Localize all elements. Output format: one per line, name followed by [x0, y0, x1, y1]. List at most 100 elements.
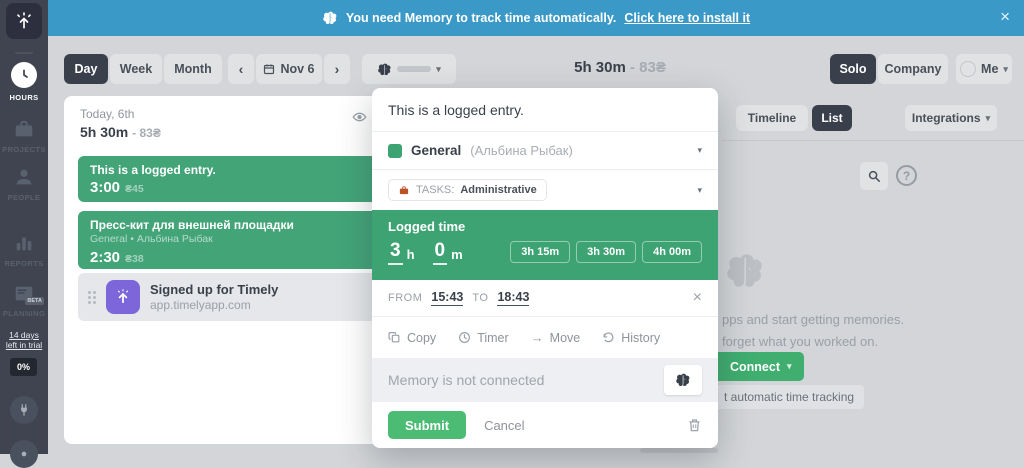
chevron-down-icon: ▾	[436, 63, 441, 74]
banner-close-icon[interactable]: ×	[1000, 7, 1010, 27]
view-tab-day[interactable]: Day	[64, 54, 108, 84]
memory-slider	[397, 66, 432, 72]
sidebar-item-people[interactable]: PEOPLE	[0, 166, 48, 202]
preset-duration-button[interactable]: 3h 15m	[510, 241, 571, 263]
user-menu-button[interactable]: Me ▾	[956, 54, 1012, 84]
settings-button[interactable]	[10, 440, 38, 468]
chevron-down-icon: ▾	[697, 184, 702, 195]
project-select[interactable]: General (Альбина Рыбак) ▾	[372, 132, 718, 170]
entry-amount: ₴38	[125, 253, 144, 265]
connect-button[interactable]: Connect ▾	[718, 352, 804, 381]
user-menu-label: Me	[981, 62, 999, 76]
progress-badge[interactable]: 0%	[10, 358, 38, 376]
move-action[interactable]: → Move	[531, 330, 581, 345]
date-label: Nov 6	[280, 62, 315, 76]
banner-install-link[interactable]: Click here to install it	[624, 11, 750, 25]
preset-duration-button[interactable]: 3h 30m	[576, 241, 637, 263]
search-icon	[867, 169, 881, 183]
brain-icon	[675, 373, 691, 387]
date-picker-button[interactable]: Nov 6	[256, 54, 322, 84]
memory-connect-button[interactable]	[664, 365, 702, 395]
integrations-plug-button[interactable]	[10, 396, 38, 424]
timer-action[interactable]: Timer	[458, 331, 509, 345]
from-time-input[interactable]: 15:43	[431, 290, 464, 306]
hide-amounts-eye-icon[interactable]	[352, 111, 367, 123]
tag-chip[interactable]: TASKS: Administrative	[388, 179, 547, 201]
submit-button[interactable]: Submit	[388, 411, 467, 439]
panel-divider	[722, 140, 1024, 141]
history-icon	[602, 331, 615, 344]
prev-day-button[interactable]: ‹	[228, 54, 254, 84]
memory-toggle-button[interactable]: ▾	[362, 54, 456, 84]
view-tab-list[interactable]: List	[812, 105, 852, 131]
suggestion-title: Signed up for Timely	[150, 282, 279, 297]
beta-badge: BETA	[25, 297, 44, 305]
delete-entry-icon[interactable]	[687, 417, 702, 433]
help-button[interactable]: ?	[896, 165, 917, 186]
sidebar-item-reports[interactable]: REPORTS	[0, 232, 48, 268]
sidebar: HOURS PROJECTS PEOPLE REPORTS BETA PLANN…	[0, 0, 48, 468]
sidebar-item-label: PEOPLE	[7, 193, 41, 202]
sidebar-item-label: REPORTS	[4, 259, 44, 268]
memory-brain-icon	[724, 252, 766, 290]
banner-text: You need Memory to track time automatica…	[345, 11, 617, 25]
scope-tab-company[interactable]: Company	[878, 54, 948, 84]
entry-amount: ₴45	[125, 183, 144, 195]
chevron-down-icon: ▾	[1003, 63, 1008, 74]
memory-status-row: Memory is not connected	[372, 358, 718, 402]
project-color-swatch	[388, 143, 402, 158]
sidebar-divider	[15, 52, 33, 54]
planning-icon: BETA	[12, 282, 44, 305]
entry-duration: 3:00	[90, 179, 121, 196]
chevron-down-icon: ▾	[787, 361, 792, 371]
person-icon	[13, 166, 35, 188]
horizontal-scrollbar[interactable]	[640, 448, 718, 453]
sidebar-item-planning[interactable]: BETA PLANNING	[0, 282, 48, 318]
gear-icon	[10, 440, 38, 468]
cancel-button[interactable]: Cancel	[484, 418, 524, 433]
plug-icon	[10, 396, 38, 424]
drag-handle-icon[interactable]	[88, 290, 96, 304]
view-tab-week[interactable]: Week	[110, 54, 162, 84]
timer-icon	[458, 331, 471, 344]
next-day-button[interactable]: ›	[324, 54, 350, 84]
modal-footer: Submit Cancel	[372, 402, 718, 448]
briefcase-icon	[12, 118, 36, 140]
timely-logo[interactable]	[6, 3, 42, 39]
copy-action[interactable]: Copy	[388, 331, 436, 345]
automatic-tracking-badge[interactable]: t automatic time tracking	[718, 385, 865, 409]
time-range-row: FROM 15:43 TO 18:43 ×	[388, 289, 702, 306]
timely-app-icon	[106, 280, 140, 314]
logged-time-label: Logged time	[388, 219, 466, 234]
calendar-icon	[263, 63, 275, 75]
copy-icon	[388, 331, 401, 344]
chevron-down-icon: ▾	[697, 145, 702, 155]
memory-promo-line1: pps and start getting memories.	[722, 312, 905, 327]
brain-icon	[377, 63, 392, 76]
minutes-input[interactable]: 0	[432, 240, 448, 265]
view-tab-timeline[interactable]: Timeline	[736, 105, 808, 131]
brain-icon	[322, 11, 338, 25]
project-owner: (Альбина Рыбак)	[470, 143, 573, 158]
tasks-briefcase-icon	[398, 185, 410, 196]
sidebar-item-projects[interactable]: PROJECTS	[0, 118, 48, 154]
project-name: General	[411, 143, 462, 158]
scope-tab-solo[interactable]: Solo	[830, 54, 876, 84]
memory-banner: You need Memory to track time automatica…	[48, 0, 1024, 36]
to-time-input[interactable]: 18:43	[497, 290, 530, 306]
entry-note-input[interactable]: This is a logged entry.	[372, 88, 718, 132]
sidebar-item-hours[interactable]: HOURS	[0, 62, 48, 102]
clear-range-icon[interactable]: ×	[693, 290, 702, 306]
memory-promo-line2: forget what you worked on.	[722, 334, 879, 349]
hours-input[interactable]: 3	[388, 240, 403, 265]
view-tab-month[interactable]: Month	[164, 54, 222, 84]
preset-duration-button[interactable]: 4h 00m	[642, 241, 702, 263]
tag-select[interactable]: TASKS: Administrative ▾	[372, 170, 718, 210]
history-action[interactable]: History	[602, 331, 660, 345]
toolbar-total: 5h 30m - 83₴	[574, 59, 666, 76]
search-button[interactable]	[860, 162, 888, 190]
entry-duration: 2:30	[90, 249, 121, 266]
entry-actions-row: Copy Timer → Move History	[372, 316, 718, 358]
trial-link[interactable]: 14 days left in trial	[0, 330, 48, 350]
integrations-dropdown[interactable]: Integrations ▾	[905, 105, 997, 131]
